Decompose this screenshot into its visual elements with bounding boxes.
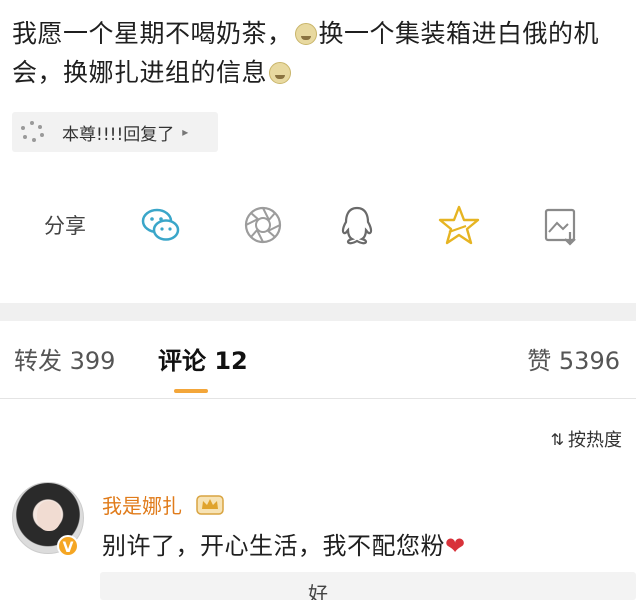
tab-comments[interactable]: 评论 12 (158, 341, 248, 376)
wechat-icon[interactable] (138, 202, 184, 248)
tab-reposts[interactable]: 转发 399 (14, 341, 115, 376)
post-text-part1: 我愿一个星期不喝奶茶， (12, 19, 293, 48)
save-image-icon[interactable] (538, 202, 584, 248)
tabs-divider (0, 398, 636, 399)
share-label: 分享 (44, 214, 86, 238)
verified-badge-icon: V (57, 535, 79, 557)
crying-emoji-icon (294, 23, 317, 45)
reply-preview-text: 好 (308, 582, 328, 600)
comment-author[interactable]: 我是娜扎 (102, 490, 225, 519)
chevron-right-icon: ▸ (182, 125, 189, 139)
active-tab-indicator (174, 389, 208, 393)
post-text: 我愿一个星期不喝奶茶， 换一个集装箱进白俄的机会，换娜扎进组的信息 (12, 14, 624, 92)
reply-notice-label: 本尊!!!!回复了 (62, 124, 175, 145)
sweating-emoji-icon (269, 62, 292, 84)
comment-text: 别许了，开心生活，我不配您粉❤ (102, 526, 466, 561)
section-divider (0, 303, 636, 321)
interaction-tabs: 转发 399 评论 12 赞 5396 (0, 321, 636, 401)
reply-preview-box[interactable]: 好 (100, 572, 636, 600)
tab-likes[interactable]: 赞 5396 (527, 341, 620, 376)
sort-by-hot-button[interactable]: ⇅ 按热度 (551, 426, 622, 452)
heart-icon: ❤ (445, 532, 466, 560)
comment-body: 别许了，开心生活，我不配您粉 (102, 532, 445, 560)
qq-icon[interactable] (334, 202, 380, 248)
favorite-star-icon[interactable] (436, 202, 482, 248)
sort-label: 按热度 (568, 430, 622, 451)
moments-icon[interactable] (240, 202, 286, 248)
comment-author-name: 我是娜扎 (102, 494, 182, 518)
avatar-face (37, 501, 61, 531)
reply-notice-bar[interactable]: 本尊!!!!回复了 ▸ (12, 112, 218, 152)
share-row: 分享 (0, 196, 636, 258)
crown-icon (196, 495, 225, 515)
sort-icon: ⇅ (550, 429, 564, 449)
spinner-dots-icon (20, 121, 46, 143)
